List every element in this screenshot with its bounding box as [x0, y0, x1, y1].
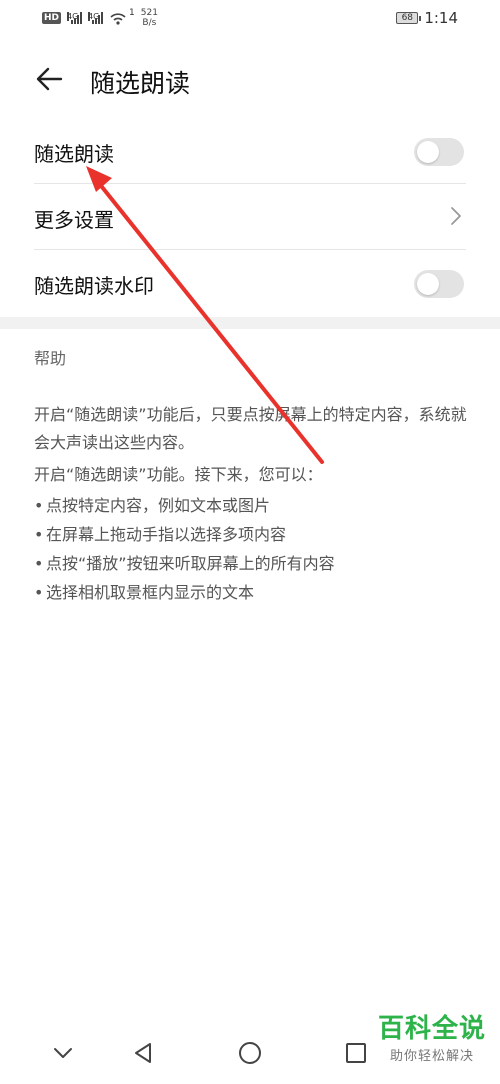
list-item-text: 点按“播放”按钮来听取屏幕上的所有内容	[46, 554, 335, 573]
list-item: • 选择相机取景框内显示的文本	[34, 578, 470, 607]
list-item-text: 在屏幕上拖动手指以选择多项内容	[46, 525, 287, 544]
help-paragraph: 开启“随选朗读”功能后，只要点按屏幕上的特定内容，系统就会大声读出这些内容。	[34, 405, 467, 452]
wifi-icon	[110, 13, 126, 25]
setting-row-watermark[interactable]: 随选朗读水印	[34, 250, 466, 316]
recents-square-icon[interactable]	[341, 1038, 371, 1068]
list-item-text: 点按特定内容，例如文本或图片	[46, 496, 271, 515]
list-item: • 点按“播放”按钮来听取屏幕上的所有内容	[34, 549, 470, 578]
setting-row-more-settings[interactable]: 更多设置	[34, 184, 466, 250]
setting-label: 更多设置	[34, 208, 114, 232]
cell-signal-icon-1: 4G	[67, 12, 83, 24]
help-title: 帮助	[34, 349, 67, 368]
setting-label: 随选朗读	[34, 142, 114, 166]
toggle-knob	[417, 141, 439, 163]
watermark-tagline: 助你轻松解决	[389, 1049, 474, 1064]
help-bullet-list: • 点按特定内容，例如文本或图片 • 在屏幕上拖动手指以选择多项内容 • 点按“播放”…	[34, 491, 470, 607]
network-speed: 521 B/s	[141, 8, 158, 28]
list-item: • 在屏幕上拖动手指以选择多项内容	[34, 520, 470, 549]
help-section: 帮助 开启“随选朗读”功能后，只要点按屏幕上的特定内容，系统就会大声读出这些内容…	[34, 345, 470, 607]
list-item-text: 选择相机取景框内显示的文本	[46, 583, 255, 602]
cell-signal-icon-2: 4G	[88, 12, 104, 24]
app-bar: 随选朗读	[0, 50, 500, 110]
back-triangle-icon[interactable]	[128, 1038, 158, 1068]
hd-badge: HD	[42, 12, 62, 24]
toggle-knob	[417, 273, 439, 295]
bullet-dot: •	[34, 583, 44, 602]
wifi-superscript: 1	[129, 8, 135, 18]
back-arrow-icon[interactable]	[34, 64, 64, 94]
status-bar: HD 4G 4G 1 521 B/s 68 1:14	[0, 0, 500, 40]
battery-icon: 68	[396, 12, 422, 24]
chevron-right-icon	[451, 207, 461, 225]
setting-row-select-to-speak[interactable]: 随选朗读	[34, 118, 466, 184]
bullet-dot: •	[34, 496, 44, 515]
status-left: HD 4G 4G 1 521 B/s	[42, 8, 158, 28]
bullet-dot: •	[34, 525, 44, 544]
chevron-down-icon[interactable]	[48, 1038, 78, 1068]
list-item: • 点按特定内容，例如文本或图片	[34, 491, 470, 520]
home-circle-icon[interactable]	[235, 1038, 265, 1068]
network-type-label-2: 4G	[88, 12, 100, 21]
clock: 1:14	[424, 9, 458, 27]
select-to-speak-toggle[interactable]	[414, 138, 464, 166]
page-title: 随选朗读	[90, 69, 191, 98]
status-right: 68 1:14	[396, 9, 458, 27]
watermark-brand: 百科全说	[377, 1014, 486, 1044]
network-speed-value: 521	[140, 8, 158, 18]
watermark-toggle[interactable]	[414, 270, 464, 298]
network-type-label-1: 4G	[67, 12, 79, 21]
help-paragraph: 开启“随选朗读”功能。接下来，您可以：	[34, 465, 323, 484]
bullet-dot: •	[34, 554, 44, 573]
network-speed-unit: B/s	[142, 18, 157, 28]
setting-label: 随选朗读水印	[34, 274, 154, 298]
section-divider	[0, 317, 500, 329]
watermark: 百科全说 助你轻松解决	[378, 1008, 486, 1064]
